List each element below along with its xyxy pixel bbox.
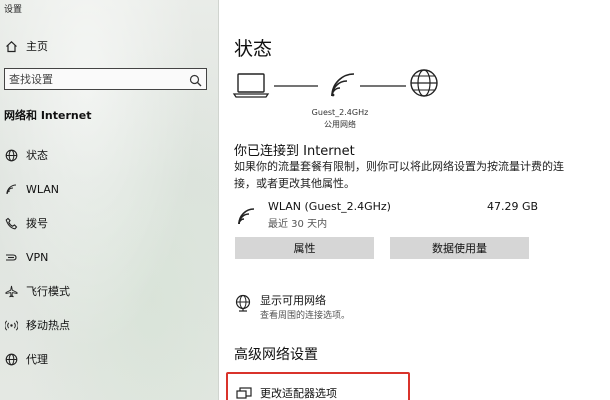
network-globe-icon (234, 294, 252, 316)
sidebar: 设置 主页 网络和 Internet 状态 WLAN 拨号 V (0, 0, 219, 400)
network-type: 公用网络 (324, 120, 356, 129)
network-name: Guest_2.4GHz (311, 108, 369, 117)
globe-icon (4, 148, 18, 162)
data-usage-button[interactable]: 数据使用量 (390, 237, 529, 259)
window-title: 设置 (4, 5, 23, 15)
advanced-settings-heading: 高级网络设置 (234, 347, 318, 363)
connected-heading: 你已连接到 Internet (234, 144, 355, 159)
adapter-icon (236, 386, 252, 400)
section-title: 网络和 Internet (4, 109, 92, 122)
search-icon[interactable] (189, 72, 202, 91)
network-diagram: Guest_2.4GHz 公用网络 (232, 66, 442, 136)
sidebar-item-vpn[interactable]: VPN (0, 247, 48, 267)
sidebar-item-wlan[interactable]: WLAN (0, 179, 59, 199)
wifi-icon (331, 73, 355, 97)
data-usage-value: 47.29 GB (487, 200, 539, 213)
search-box[interactable] (4, 68, 207, 90)
sidebar-item-label: 状态 (26, 149, 48, 162)
properties-button[interactable]: 属性 (235, 237, 374, 259)
main-content: 状态 Guest_2.4GHz 公用网络 你已连接到 Internet 如果你的… (220, 0, 610, 400)
connection-name: WLAN (Guest_2.4GHz) (268, 200, 391, 213)
sidebar-item-label: 飞行模式 (26, 285, 70, 298)
phone-icon (4, 216, 18, 230)
airplane-icon (4, 284, 18, 298)
sidebar-item-status[interactable]: 状态 (0, 145, 48, 165)
search-input[interactable] (9, 72, 179, 86)
change-adapter-label: 更改适配器选项 (260, 387, 337, 400)
connected-description: 如果你的流量套餐有限制，则你可以将此网络设置为按流量计费的连接，或者更改其他属性… (234, 160, 564, 190)
sidebar-item-label: VPN (26, 250, 49, 264)
sidebar-item-label: WLAN (26, 182, 60, 196)
sidebar-item-label: 主页 (26, 40, 48, 53)
vpn-icon (4, 250, 18, 264)
sidebar-item-label: 拨号 (26, 217, 48, 230)
change-adapter-options[interactable]: 更改适配器选项 (226, 372, 410, 400)
sidebar-item-home[interactable]: 主页 (0, 36, 48, 56)
sidebar-item-dialup[interactable]: 拨号 (0, 213, 48, 233)
globe-icon (4, 352, 18, 366)
hotspot-icon (4, 318, 18, 332)
wifi-icon (236, 206, 258, 232)
sidebar-item-label: 代理 (26, 353, 48, 366)
connection-period: 最近 30 天内 (268, 219, 328, 230)
sidebar-item-proxy[interactable]: 代理 (0, 349, 48, 369)
show-networks-title: 显示可用网络 (260, 294, 326, 307)
sidebar-item-label: 移动热点 (26, 319, 70, 332)
globe-icon (410, 69, 438, 97)
sidebar-item-hotspot[interactable]: 移动热点 (0, 315, 70, 335)
home-icon (4, 39, 18, 53)
page-title: 状态 (234, 38, 273, 60)
sidebar-item-airplane[interactable]: 飞行模式 (0, 281, 70, 301)
wifi-icon (4, 182, 18, 196)
show-networks-subtitle: 查看周围的连接选项。 (260, 311, 351, 321)
laptop-icon (232, 73, 270, 98)
